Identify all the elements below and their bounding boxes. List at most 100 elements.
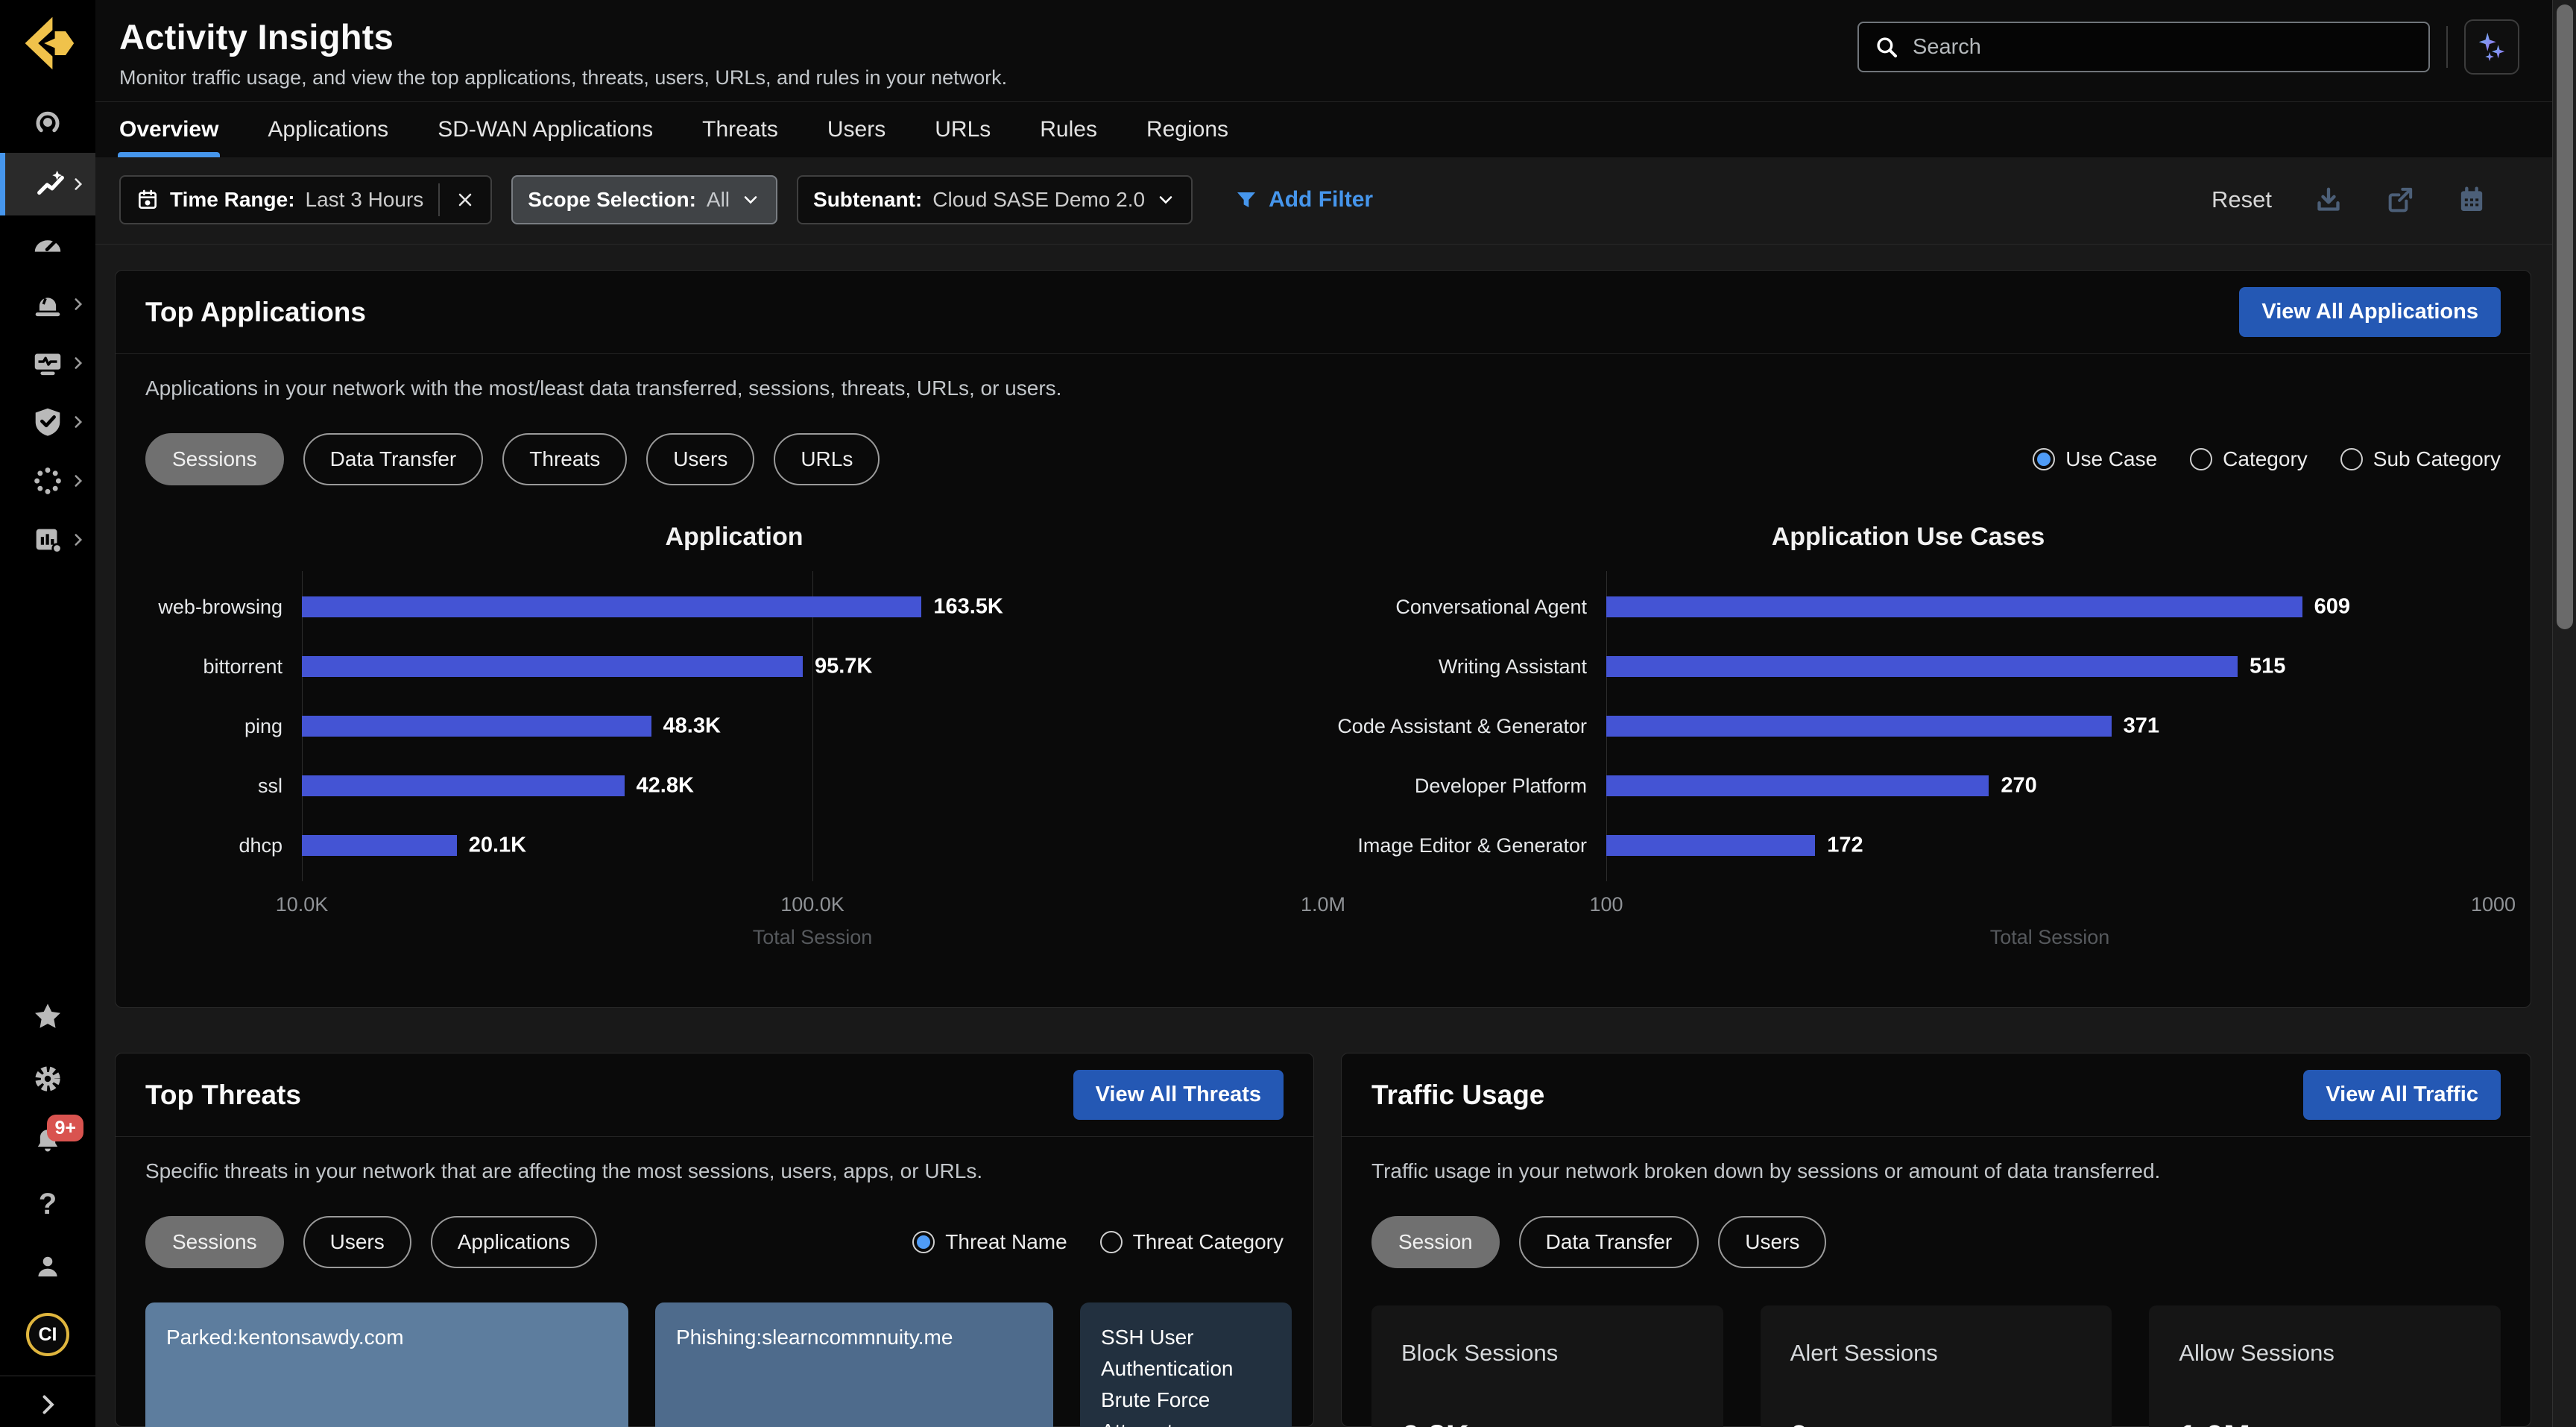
bar-value: 172 (1827, 834, 1863, 858)
tab-regions[interactable]: Regions (1146, 102, 1228, 157)
tab-threats[interactable]: Threats (702, 102, 778, 157)
bar[interactable] (1606, 716, 2112, 737)
view-all-traffic-button[interactable]: View All Traffic (2303, 1070, 2501, 1120)
add-filter-button[interactable]: Add Filter (1234, 187, 1373, 212)
radio-threat-name[interactable]: Threat Name (912, 1230, 1067, 1254)
sidebar-item-command-center[interactable] (0, 94, 95, 153)
reset-button[interactable]: Reset (2212, 186, 2272, 213)
radio-threat-category[interactable]: Threat Category (1100, 1230, 1284, 1254)
sidebar-item-workflows[interactable] (0, 451, 95, 510)
download-icon[interactable] (2314, 185, 2343, 215)
radio-dot-icon (2340, 448, 2363, 470)
tab-urls[interactable]: URLs (935, 102, 991, 157)
category-label: web-browsing (145, 596, 302, 619)
tab-sd-wan-applications[interactable]: SD-WAN Applications (438, 102, 653, 157)
toggle-users[interactable]: Users (646, 433, 754, 485)
help-icon[interactable]: ? (31, 1188, 64, 1220)
tab-rules[interactable]: Rules (1040, 102, 1097, 157)
radio-category[interactable]: Category (2190, 447, 2308, 471)
sidebar-item-reports[interactable] (0, 510, 95, 569)
tab-overview[interactable]: Overview (119, 102, 218, 157)
toggle-users[interactable]: Users (1718, 1216, 1826, 1268)
filter-bar: Time Range: Last 3 Hours Scope Selection… (95, 157, 2576, 245)
filter-value: All (707, 188, 730, 212)
bar-track: 371 (1606, 696, 2493, 756)
calendar-clock-icon (136, 188, 160, 212)
category-label: Conversational Agent (1323, 596, 1606, 619)
bar-track: 20.1K (302, 816, 1323, 875)
schedule-calendar-icon[interactable] (2457, 185, 2487, 215)
sidebar-item-security-posture[interactable] (0, 392, 95, 451)
chart-row: Conversational Agent609 (1323, 577, 2493, 637)
sidebar-item-incidents-alerts[interactable] (0, 274, 95, 333)
bar[interactable] (302, 716, 651, 737)
chart-row: web-browsing163.5K (145, 577, 1323, 637)
brand-logo-icon[interactable] (16, 12, 79, 75)
bar[interactable] (1606, 835, 1815, 856)
chart-row: ping48.3K (145, 696, 1323, 756)
stat-tile-block-sessions[interactable]: Block Sessions6.2K (1371, 1305, 1723, 1427)
radio-dot-icon (1100, 1231, 1123, 1253)
chevron-right-icon (69, 294, 88, 314)
toggle-sessions[interactable]: Sessions (145, 433, 284, 485)
toggle-sessions[interactable]: Sessions (145, 1216, 284, 1268)
tab-users[interactable]: Users (827, 102, 886, 157)
share-export-icon[interactable] (2385, 185, 2415, 215)
avatar[interactable]: CI (26, 1313, 69, 1356)
bar[interactable] (1606, 596, 2302, 617)
sidebar-expand-button[interactable] (0, 1376, 95, 1427)
toggle-users[interactable]: Users (303, 1216, 411, 1268)
search-box[interactable] (1857, 22, 2430, 72)
radio-label: Sub Category (2373, 447, 2501, 471)
toggle-applications[interactable]: Applications (431, 1216, 597, 1268)
scrollbar-thumb[interactable] (2557, 4, 2573, 629)
ai-copilot-button[interactable] (2464, 19, 2519, 75)
view-all-applications-button[interactable]: View All Applications (2239, 287, 2501, 337)
toggle-urls[interactable]: URLs (774, 433, 880, 485)
filter-label: Subtenant: (813, 188, 922, 211)
view-all-threats-button[interactable]: View All Threats (1073, 1070, 1284, 1120)
scope-selection-dropdown[interactable]: Scope Selection: All (511, 175, 777, 224)
tab-applications[interactable]: Applications (268, 102, 388, 157)
bar[interactable] (302, 656, 803, 677)
scrollbar-track[interactable] (2552, 0, 2576, 1427)
toggle-data-transfer[interactable]: Data Transfer (303, 433, 484, 485)
toggle-session[interactable]: Session (1371, 1216, 1500, 1268)
card-title: Top Threats (145, 1080, 301, 1111)
favorites-star-icon[interactable] (31, 1000, 64, 1033)
filter-label: Time Range: (170, 188, 295, 211)
filter-label: Scope Selection: (528, 188, 696, 211)
stat-tile-allow-sessions[interactable]: Allow Sessions1.0M (2149, 1305, 2501, 1427)
toggle-threats[interactable]: Threats (502, 433, 627, 485)
radio-sub-category[interactable]: Sub Category (2340, 447, 2501, 471)
treemap-tile[interactable]: Parked:kentonsawdy.com (145, 1302, 628, 1427)
toggle-data-transfer[interactable]: Data Transfer (1519, 1216, 1699, 1268)
sidebar-item-dashboards[interactable] (0, 215, 95, 274)
bar[interactable] (1606, 656, 2238, 677)
search-input[interactable] (1911, 34, 2414, 60)
notifications-bell-icon[interactable]: 9+ (31, 1125, 64, 1158)
content: Time Range: Last 3 Hours Scope Selection… (95, 157, 2576, 1427)
chart-row: Image Editor & Generator172 (1323, 816, 2493, 875)
sidebar-item-activity-insights[interactable] (0, 153, 95, 215)
bar[interactable] (302, 835, 457, 856)
sidebar-item-monitor[interactable] (0, 333, 95, 392)
page-title: Activity Insights (119, 16, 1007, 57)
bar-track: 163.5K (302, 577, 1323, 637)
category-label: Code Assistant & Generator (1323, 715, 1606, 738)
bar[interactable] (302, 775, 625, 796)
close-icon[interactable] (455, 189, 476, 210)
user-icon[interactable] (31, 1250, 64, 1283)
bar[interactable] (302, 596, 921, 617)
chevron-down-icon (1155, 189, 1176, 210)
radio-use-case[interactable]: Use Case (2033, 447, 2157, 471)
subtenant-dropdown[interactable]: Subtenant: Cloud SASE Demo 2.0 (797, 175, 1193, 224)
treemap-tile[interactable]: Phishing:slearncommnuity.me (655, 1302, 1053, 1427)
settings-gear-icon[interactable] (31, 1062, 64, 1095)
stat-tile-alert-sessions[interactable]: Alert Sessions0 (1761, 1305, 2112, 1427)
bar[interactable] (1606, 775, 1989, 796)
treemap-tile[interactable]: SSH User Authentication Brute Force Atte… (1080, 1302, 1292, 1427)
filter-value: Cloud SASE Demo 2.0 (932, 188, 1145, 212)
funnel-icon (1234, 188, 1258, 212)
time-range-filter-chip[interactable]: Time Range: Last 3 Hours (119, 175, 492, 224)
